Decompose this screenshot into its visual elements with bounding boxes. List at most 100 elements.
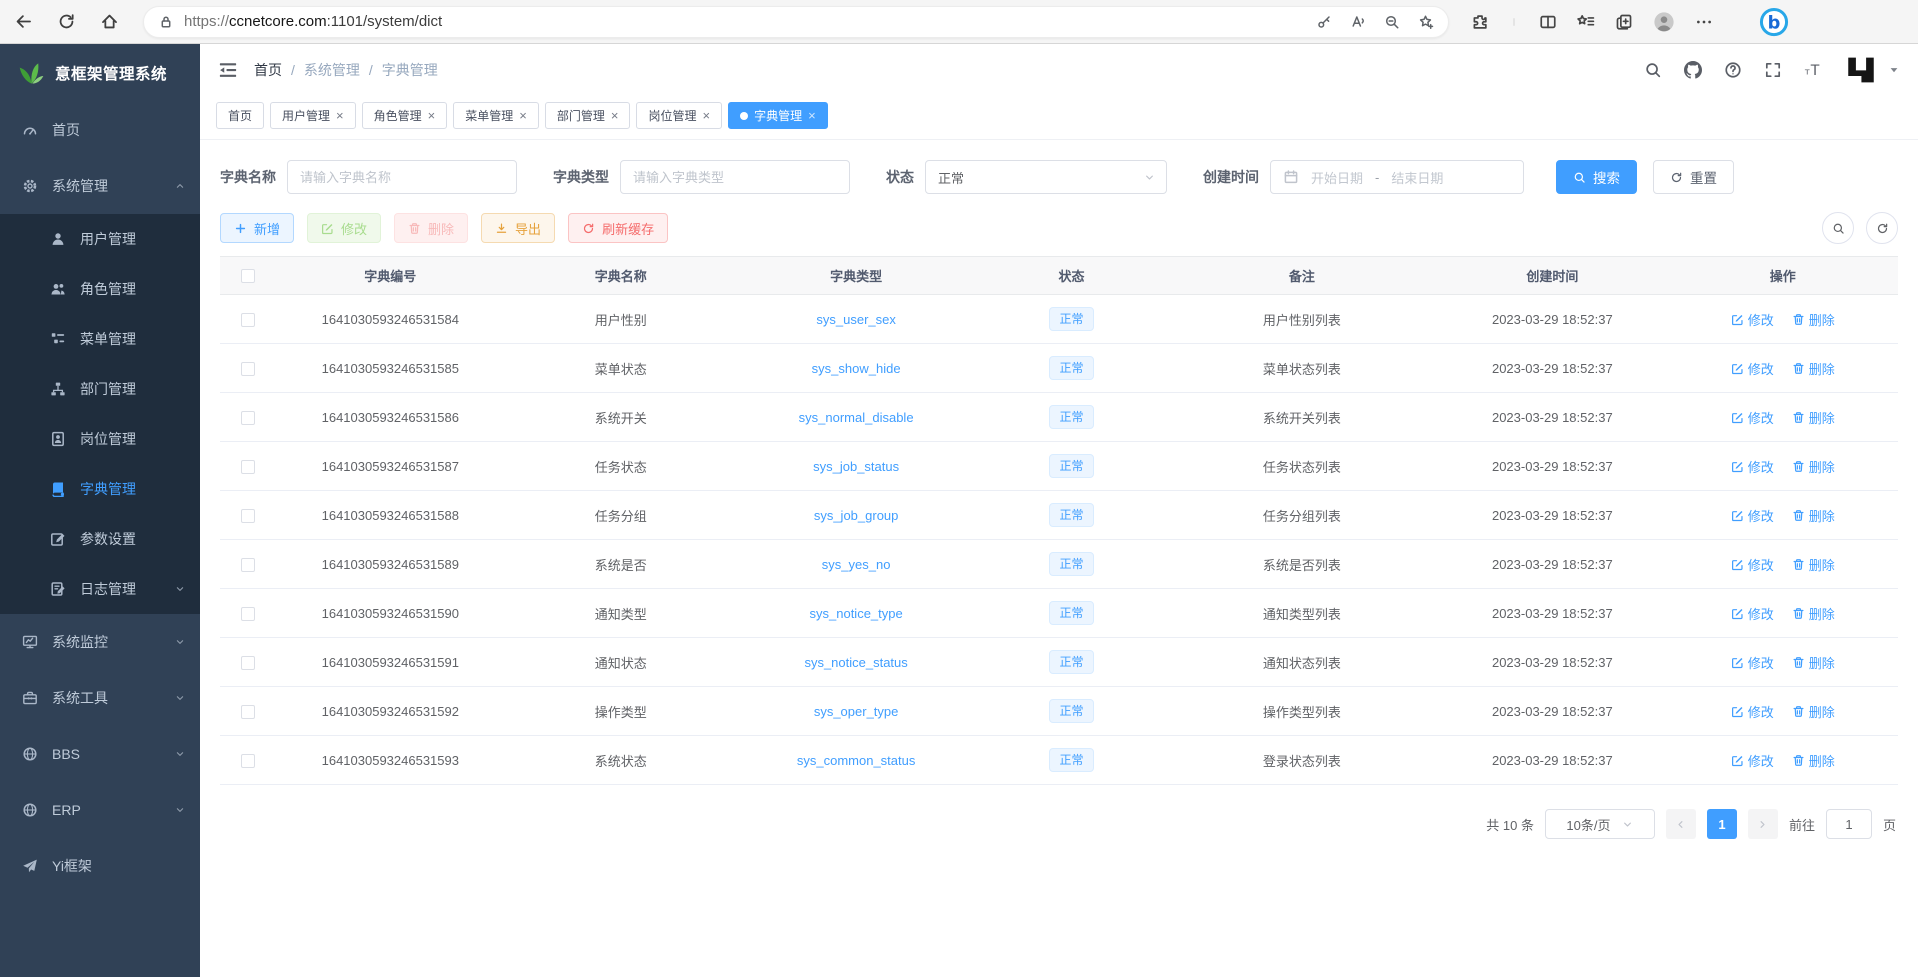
extensions-icon[interactable] (1471, 13, 1489, 31)
collapse-sidebar-icon[interactable] (218, 60, 238, 80)
address-bar[interactable]: https://ccnetcore.com:1101/system/dict (143, 6, 1449, 38)
delete-row-link[interactable]: 删除 (1792, 653, 1835, 672)
delete-row-link[interactable]: 删除 (1792, 457, 1835, 476)
bing-icon[interactable]: b (1759, 7, 1789, 37)
修改-button[interactable]: 修改 (307, 213, 381, 243)
sidebar-item-dept-mgmt[interactable]: 部门管理 (0, 364, 200, 414)
sidebar-item-system-tools[interactable]: 系统工具 (0, 670, 200, 726)
row-checkbox[interactable] (241, 313, 255, 327)
date-range-picker[interactable]: 开始日期 - 结束日期 (1270, 160, 1524, 194)
goto-page-input[interactable] (1826, 809, 1872, 839)
导出-button[interactable]: 导出 (481, 213, 555, 243)
sidebar-item-post-mgmt[interactable]: 岗位管理 (0, 414, 200, 464)
sidebar-item-menu-mgmt[interactable]: 菜单管理 (0, 314, 200, 364)
prev-page-button[interactable] (1666, 809, 1696, 839)
reset-button[interactable]: 重置 (1653, 160, 1734, 194)
sidebar-item-log-mgmt[interactable]: 日志管理 (0, 564, 200, 614)
delete-row-link[interactable]: 删除 (1792, 702, 1835, 721)
collections-icon[interactable] (1615, 13, 1633, 31)
dict-type-link[interactable]: sys_job_status (813, 459, 899, 474)
zoom-out-icon[interactable] (1384, 14, 1400, 30)
back-icon[interactable] (14, 12, 33, 31)
edit-row-link[interactable]: 修改 (1731, 408, 1774, 427)
row-checkbox[interactable] (241, 460, 255, 474)
delete-row-link[interactable]: 删除 (1792, 408, 1835, 427)
text-size-icon[interactable]: тT (1804, 61, 1822, 79)
sidebar-item-dict-mgmt[interactable]: 字典管理 (0, 464, 200, 514)
tab-字典管理[interactable]: 字典管理× (728, 102, 828, 129)
sidebar-item-erp[interactable]: ERP (0, 782, 200, 838)
read-aloud-icon[interactable] (1350, 14, 1366, 30)
edit-row-link[interactable]: 修改 (1731, 457, 1774, 476)
sidebar-item-yi-framework[interactable]: Yi框架 (0, 838, 200, 894)
tab-菜单管理[interactable]: 菜单管理× (453, 102, 539, 129)
github-icon[interactable] (1684, 61, 1702, 79)
row-checkbox[interactable] (241, 509, 255, 523)
row-checkbox[interactable] (241, 411, 255, 425)
sidebar-item-user-mgmt[interactable]: 用户管理 (0, 214, 200, 264)
sidebar-item-system-monitor[interactable]: 系统监控 (0, 614, 200, 670)
edit-row-link[interactable]: 修改 (1731, 604, 1774, 623)
close-tab-icon[interactable]: × (808, 109, 816, 122)
dict-type-link[interactable]: sys_notice_status (804, 655, 907, 670)
delete-row-link[interactable]: 删除 (1792, 359, 1835, 378)
next-page-button[interactable] (1748, 809, 1778, 839)
tab-用户管理[interactable]: 用户管理× (270, 102, 356, 129)
dict-type-link[interactable]: sys_yes_no (822, 557, 891, 572)
search-icon[interactable] (1644, 61, 1662, 79)
tab-首页[interactable]: 首页 (216, 102, 264, 129)
sidebar-item-bbs[interactable]: BBS (0, 726, 200, 782)
dict-type-link[interactable]: sys_job_group (814, 508, 899, 523)
delete-row-link[interactable]: 删除 (1792, 555, 1835, 574)
yi-logo-icon[interactable] (1844, 53, 1878, 87)
sidebar-item-home[interactable]: 首页 (0, 102, 200, 158)
dict-type-link[interactable]: sys_user_sex (816, 312, 895, 327)
删除-button[interactable]: 删除 (394, 213, 468, 243)
key-icon[interactable] (1316, 14, 1332, 30)
delete-row-link[interactable]: 删除 (1792, 310, 1835, 329)
row-checkbox[interactable] (241, 607, 255, 621)
page-size-select[interactable]: 10条/页 (1545, 809, 1655, 839)
tab-角色管理[interactable]: 角色管理× (362, 102, 448, 129)
refresh-circle-button[interactable] (1866, 212, 1898, 244)
profile-avatar-icon[interactable] (1653, 11, 1675, 33)
row-checkbox[interactable] (241, 558, 255, 572)
help-icon[interactable] (1724, 61, 1742, 79)
dict-name-input[interactable] (287, 160, 517, 194)
新增-button[interactable]: 新增 (220, 213, 294, 243)
delete-row-link[interactable]: 删除 (1792, 506, 1835, 525)
search-button[interactable]: 搜索 (1556, 160, 1637, 194)
favorites-bar-icon[interactable] (1577, 13, 1595, 31)
dict-type-link[interactable]: sys_show_hide (812, 361, 901, 376)
edit-row-link[interactable]: 修改 (1731, 359, 1774, 378)
reload-icon[interactable] (57, 12, 76, 31)
delete-row-link[interactable]: 删除 (1792, 751, 1835, 770)
page-1-button[interactable]: 1 (1707, 809, 1737, 839)
sidebar-item-role-mgmt[interactable]: 角色管理 (0, 264, 200, 314)
status-select[interactable]: 正常 (925, 160, 1167, 194)
edit-row-link[interactable]: 修改 (1731, 506, 1774, 525)
edit-row-link[interactable]: 修改 (1731, 653, 1774, 672)
edit-row-link[interactable]: 修改 (1731, 751, 1774, 770)
tab-部门管理[interactable]: 部门管理× (545, 102, 631, 129)
more-icon[interactable] (1695, 13, 1713, 31)
row-checkbox[interactable] (241, 656, 255, 670)
split-screen-icon[interactable] (1539, 13, 1557, 31)
edit-row-link[interactable]: 修改 (1731, 555, 1774, 574)
刷新缓存-button[interactable]: 刷新缓存 (568, 213, 668, 243)
dict-type-link[interactable]: sys_oper_type (814, 704, 899, 719)
sidebar-item-system-mgmt[interactable]: 系统管理 (0, 158, 200, 214)
edit-row-link[interactable]: 修改 (1731, 310, 1774, 329)
row-checkbox[interactable] (241, 754, 255, 768)
delete-row-link[interactable]: 删除 (1792, 604, 1835, 623)
dict-type-link[interactable]: sys_normal_disable (799, 410, 914, 425)
close-tab-icon[interactable]: × (336, 109, 344, 122)
star-plus-icon[interactable] (1418, 14, 1434, 30)
caret-down-icon[interactable] (1888, 64, 1900, 76)
dict-type-link[interactable]: sys_notice_type (810, 606, 903, 621)
row-checkbox[interactable] (241, 705, 255, 719)
dict-type-input[interactable] (620, 160, 850, 194)
search-circle-button[interactable] (1822, 212, 1854, 244)
close-tab-icon[interactable]: × (611, 109, 619, 122)
breadcrumb-item[interactable]: 首页 (254, 60, 282, 80)
